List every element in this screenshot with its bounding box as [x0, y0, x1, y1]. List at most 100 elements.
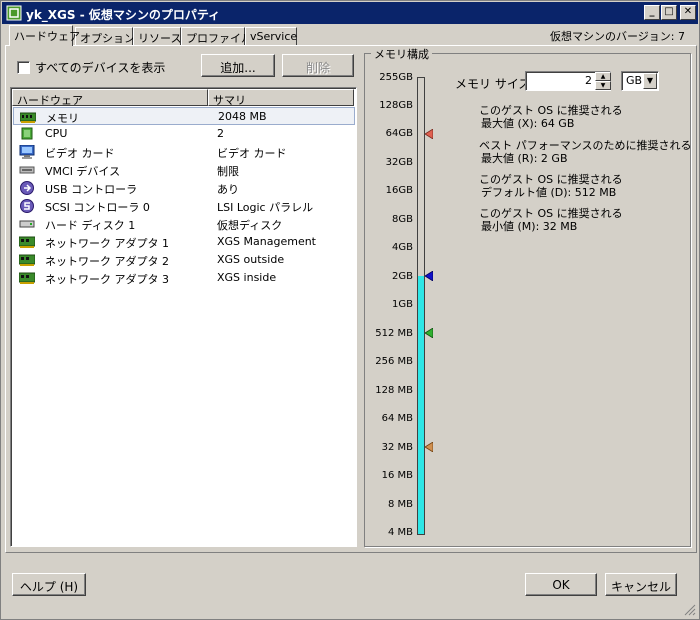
- title-bar[interactable]: yk_XGS - 仮想マシンのプロパティ _ □ ✕: [2, 2, 698, 24]
- tab-hardware[interactable]: ハードウェア: [9, 25, 80, 46]
- remove-button[interactable]: 削除: [282, 54, 354, 77]
- tab-options[interactable]: オプション: [75, 27, 135, 45]
- ok-button[interactable]: OK: [525, 573, 597, 596]
- chevron-down-icon[interactable]: ▼: [643, 73, 657, 89]
- monitor-icon: [19, 145, 35, 159]
- hardware-summary: LSI Logic パラレル: [217, 201, 314, 214]
- help-button[interactable]: ヘルプ (H): [12, 573, 86, 596]
- resize-grip-icon[interactable]: [684, 604, 696, 616]
- scale-label: 4 MB: [387, 527, 413, 538]
- hardware-row-cpu[interactable]: CPU 2: [13, 125, 355, 143]
- scale-label: 32 MB: [381, 442, 413, 453]
- vm-version-label: 仮想マシンのバージョン: 7: [550, 30, 685, 43]
- hardware-row-network-adapter-2[interactable]: ネットワーク アダプタ 2 XGS outside: [13, 251, 355, 269]
- hardware-name: USB コントローラ: [45, 183, 138, 196]
- scale-label: 64GB: [385, 128, 413, 139]
- memory-size-increment-button[interactable]: ▲: [595, 72, 611, 81]
- legend-line-2: 最大値 (X): 64 GB: [481, 117, 575, 130]
- tab-resources[interactable]: リソース: [133, 27, 181, 45]
- hardware-name: SCSI コントローラ 0: [45, 201, 150, 214]
- memory-slider-fill: [417, 276, 425, 535]
- scsi-icon: [20, 199, 34, 213]
- hardware-name: メモリ: [46, 112, 79, 125]
- network-icon: [19, 254, 35, 266]
- hardware-summary: XGS outside: [217, 253, 285, 266]
- hardware-row-network-adapter-3[interactable]: ネットワーク アダプタ 3 XGS inside: [13, 269, 355, 287]
- hardware-name: ネットワーク アダプタ 3: [45, 273, 169, 286]
- legend-line-2: 最小値 (M): 32 MB: [481, 220, 578, 233]
- show-all-devices-label: すべてのデバイスを表示: [35, 61, 166, 75]
- window-title: yk_XGS - 仮想マシンのプロパティ: [26, 8, 221, 22]
- hardware-list[interactable]: ハードウェア サマリ メモリ 2048 MB CPU 2 ビデオ カード ビデオ…: [10, 87, 357, 547]
- memory-unit-select[interactable]: GB ▼: [621, 71, 659, 91]
- vmci-icon: [19, 166, 35, 174]
- memory-size-decrement-button[interactable]: ▼: [595, 81, 611, 90]
- show-all-devices-row: すべてのデバイスを表示: [17, 59, 165, 76]
- column-header-summary[interactable]: サマリ: [208, 89, 354, 107]
- hardware-row-usb-controller[interactable]: USB コントローラ あり: [13, 179, 355, 197]
- hardware-name: VMCI デバイス: [45, 165, 121, 178]
- default-marker-icon: [425, 328, 433, 338]
- hardware-summary: 仮想ディスク: [217, 219, 283, 232]
- minimize-icon: _: [649, 6, 655, 17]
- hardware-name: ネットワーク アダプタ 2: [45, 255, 169, 268]
- scale-label: 8GB: [392, 214, 413, 225]
- scale-label: 256 MB: [375, 356, 413, 367]
- hardware-summary: ビデオ カード: [217, 147, 287, 160]
- scale-label: 8 MB: [387, 499, 413, 510]
- usb-icon: [20, 181, 34, 195]
- hardware-list-header: ハードウェア サマリ: [12, 89, 356, 107]
- hardware-name: CPU: [45, 127, 68, 140]
- cancel-button[interactable]: キャンセル: [605, 573, 677, 596]
- scale-label: 128GB: [379, 100, 413, 111]
- network-icon: [19, 272, 35, 284]
- vm-app-icon: [6, 5, 22, 21]
- maximize-icon: □: [664, 6, 674, 17]
- hardware-name: ハード ディスク 1: [45, 219, 136, 232]
- legend-line-2: デフォルト値 (D): 512 MB: [481, 186, 617, 199]
- scale-label: 1GB: [392, 299, 413, 310]
- memory-size-label: メモリ サイズ:: [455, 77, 535, 91]
- scale-label: 4GB: [392, 242, 413, 253]
- scale-label: 512 MB: [375, 328, 413, 339]
- scale-label: 16GB: [385, 185, 413, 196]
- hardware-row-hard-disk[interactable]: ハード ディスク 1 仮想ディスク: [13, 215, 355, 233]
- hardware-summary: 2: [217, 127, 224, 140]
- hardware-row-memory[interactable]: メモリ 2048 MB: [13, 107, 355, 125]
- add-button[interactable]: 追加...: [201, 54, 275, 77]
- hardware-summary: XGS Management: [217, 235, 316, 248]
- maximize-button[interactable]: □: [661, 5, 677, 20]
- memory-unit-value: GB: [626, 74, 643, 87]
- minimize-button[interactable]: _: [644, 5, 660, 20]
- scale-label: 128 MB: [375, 385, 413, 396]
- scale-label: 16 MB: [381, 470, 413, 481]
- disk-icon: [19, 220, 35, 228]
- recommended-max-marker-icon: [425, 129, 433, 139]
- hardware-summary: あり: [217, 183, 239, 196]
- scale-label: 64 MB: [381, 413, 413, 424]
- hardware-row-video-card[interactable]: ビデオ カード ビデオ カード: [13, 143, 355, 161]
- hardware-name: ビデオ カード: [45, 147, 115, 160]
- hardware-summary: 制限: [217, 165, 239, 178]
- hardware-row-vmci[interactable]: VMCI デバイス 制限: [13, 161, 355, 179]
- legend-line-2: 最大値 (R): 2 GB: [481, 152, 568, 165]
- hardware-row-network-adapter-1[interactable]: ネットワーク アダプタ 1 XGS Management: [13, 233, 355, 251]
- hardware-summary: XGS inside: [217, 271, 277, 284]
- show-all-devices-checkbox[interactable]: [17, 61, 30, 74]
- network-icon: [19, 236, 35, 248]
- memory-icon: [20, 112, 36, 123]
- cpu-icon: [21, 127, 33, 140]
- column-header-hardware[interactable]: ハードウェア: [12, 89, 208, 107]
- memory-config-title: メモリ構成: [371, 46, 432, 62]
- tab-vservice[interactable]: vService: [245, 27, 297, 45]
- best-performance-marker-icon: [425, 271, 433, 281]
- close-button[interactable]: ✕: [680, 5, 696, 20]
- hardware-row-scsi-controller[interactable]: SCSI コントローラ 0 LSI Logic パラレル: [13, 197, 355, 215]
- scale-label: 255GB: [379, 72, 413, 83]
- scale-label: 2GB: [392, 271, 413, 282]
- hardware-name: ネットワーク アダプタ 1: [45, 237, 169, 250]
- recommended-min-marker-icon: [425, 442, 433, 452]
- hardware-summary: 2048 MB: [218, 110, 267, 123]
- scale-label: 32GB: [385, 157, 413, 168]
- tab-profiles[interactable]: プロファイル: [181, 27, 252, 45]
